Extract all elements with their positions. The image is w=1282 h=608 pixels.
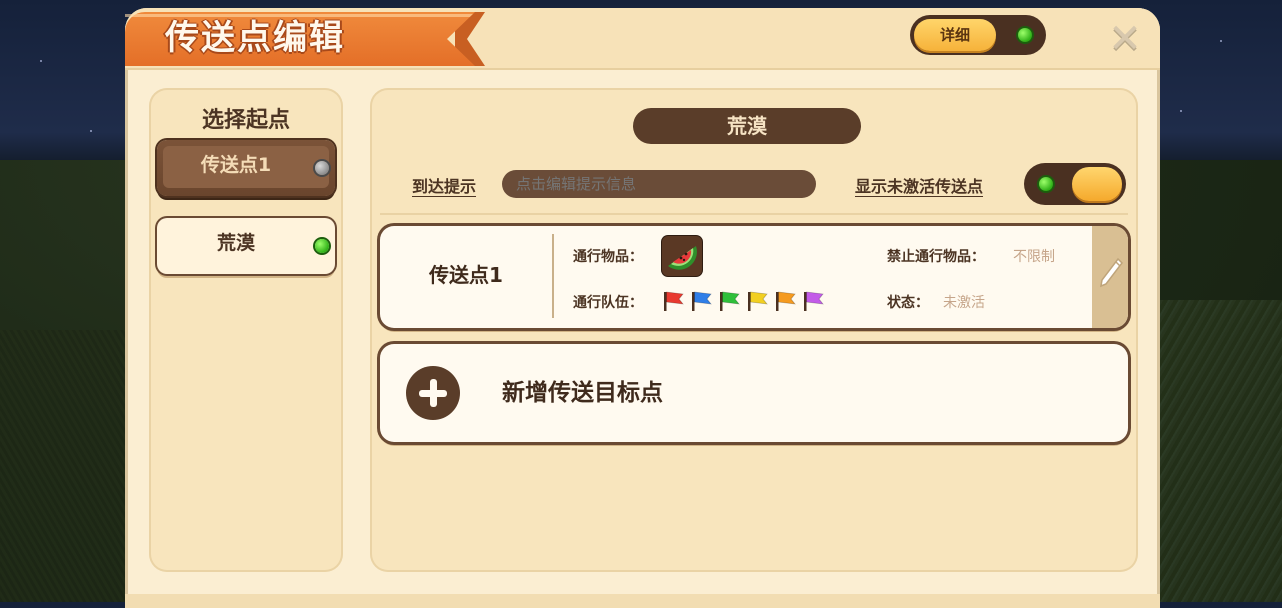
dialog-footer-edge	[125, 594, 1160, 608]
divider	[380, 213, 1128, 215]
map-name-badge: 荒漠	[633, 108, 861, 144]
start-point-panel: 选择起点 传送点1 荒漠	[149, 88, 343, 572]
status-label: 状态：	[887, 295, 929, 311]
teleport-point-card[interactable]: 传送点1 通行物品： 通行队伍： 禁止通行物品： 不限制 状态： 未激活	[380, 226, 1128, 328]
show-inactive-toggle[interactable]	[1024, 163, 1126, 205]
arrive-hint-label: 到达提示	[412, 177, 477, 196]
dialog-header: 传送点编辑 详细 ✕	[125, 8, 1160, 70]
green-flag-icon	[718, 290, 742, 312]
red-flag-icon	[662, 290, 686, 312]
watermelon-slice-icon[interactable]	[662, 236, 702, 276]
blue-flag-icon	[690, 290, 714, 312]
orange-flag-icon	[774, 290, 798, 312]
toggle-knob[interactable]	[1072, 167, 1122, 201]
pencil-icon	[1100, 257, 1123, 288]
edit-tab[interactable]	[1092, 226, 1128, 328]
watermelon-slice-icon	[668, 246, 697, 270]
pass-items-label: 通行物品：	[573, 249, 643, 265]
green-status-dot	[1039, 177, 1053, 191]
start-point-label: 传送点1	[200, 154, 272, 176]
green-status-dot	[1018, 28, 1032, 42]
forbidden-items-value: 不限制	[1013, 249, 1055, 265]
start-point-item[interactable]: 荒漠	[157, 218, 335, 274]
background-star	[1180, 110, 1182, 112]
forbidden-items-label: 禁止通行物品：	[887, 249, 985, 265]
detail-toggle[interactable]: 详细	[910, 15, 1046, 55]
add-target-label: 新增传送目标点	[502, 380, 663, 406]
card-separator	[552, 234, 554, 318]
start-point-item-selected[interactable]: 传送点1	[157, 140, 335, 196]
arrive-hint-input[interactable]	[502, 170, 816, 198]
plus-icon	[406, 366, 460, 420]
show-inactive-label: 显示未激活传送点	[855, 177, 984, 196]
close-icon[interactable]: ✕	[1105, 19, 1145, 60]
start-point-label: 荒漠	[216, 232, 255, 254]
status-value: 未激活	[943, 295, 985, 311]
background-grass	[0, 330, 125, 602]
purple-flag-icon	[802, 290, 826, 312]
teleport-point-name: 传送点1	[429, 263, 503, 287]
grey-status-dot	[315, 161, 329, 175]
add-teleport-target-button[interactable]: 新增传送目标点	[380, 344, 1128, 442]
pass-team-label: 通行队伍：	[573, 295, 643, 311]
background-star	[40, 60, 42, 62]
background-grass	[1160, 300, 1282, 602]
teleport-edit-dialog: 传送点编辑 详细 ✕ 选择起点 传送点1 荒漠 荒漠 到达提示 显示未激活传送点	[125, 8, 1160, 608]
detail-button[interactable]: 详细	[914, 19, 996, 51]
background-star	[90, 130, 92, 132]
yellow-flag-icon	[746, 290, 770, 312]
teleport-target-panel: 荒漠 到达提示 显示未激活传送点 传送点1 通行物品：	[370, 88, 1138, 572]
green-status-dot	[315, 239, 329, 253]
dialog-title: 传送点编辑	[165, 18, 345, 58]
start-point-title: 选择起点	[201, 108, 290, 133]
background-star	[1220, 40, 1222, 42]
